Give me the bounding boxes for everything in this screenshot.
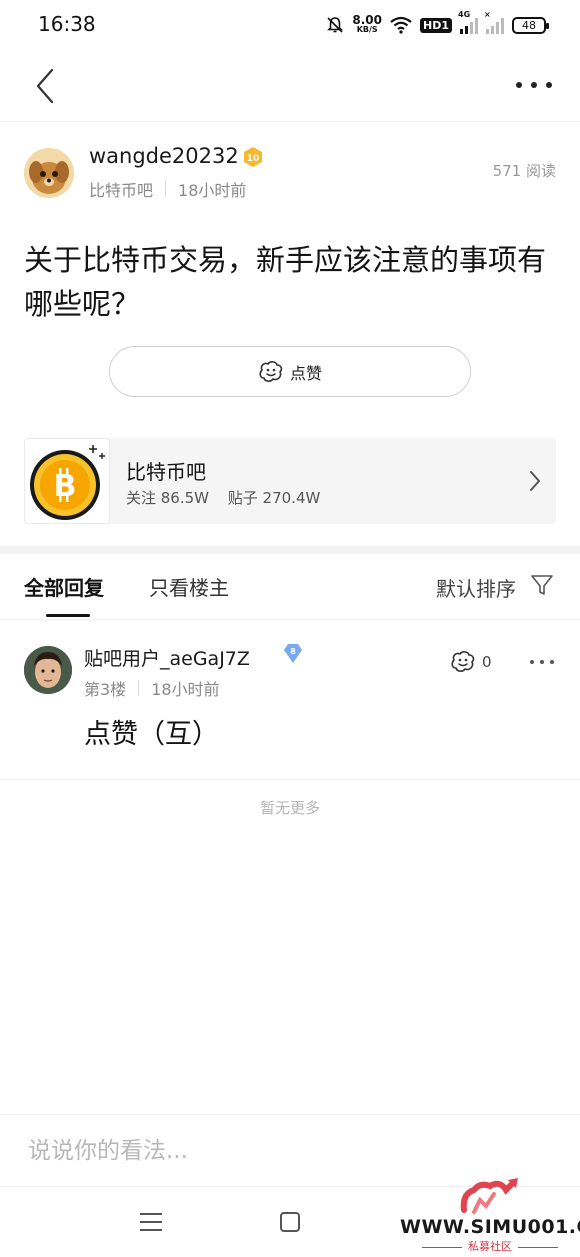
- hd-badge: HD1: [420, 17, 452, 33]
- tab-owner-only[interactable]: 只看楼主: [149, 572, 229, 601]
- dot: [530, 660, 534, 664]
- chevron-right-icon: [530, 471, 540, 491]
- home-icon[interactable]: [280, 1212, 300, 1232]
- watermark-text: WWW.SIMU001.CN: [400, 1216, 580, 1238]
- reply-floor: 第3楼: [84, 680, 127, 699]
- dot: [550, 660, 554, 664]
- like-hand-icon: [259, 360, 283, 382]
- status-bar: 16:38 8.00 KB/S HD1 4G × 48: [0, 0, 580, 50]
- like-hand-icon: [451, 651, 475, 672]
- forum-posts: 贴子 270.4W: [227, 489, 321, 507]
- net-speed: 8.00 KB/S: [352, 13, 382, 34]
- menu-icon[interactable]: [140, 1213, 162, 1231]
- watermark: WWW.SIMU001.CN 私募社区: [400, 1170, 580, 1257]
- post-time: 18小时前: [178, 181, 247, 200]
- forum-card[interactable]: B 比特币吧 关注 86.5W 贴子 270.4W: [24, 438, 556, 524]
- like-button[interactable]: 点赞: [109, 346, 471, 397]
- back-button[interactable]: [30, 66, 70, 106]
- post-title: 关于比特币交易，新手应该注意的事项有哪些呢？: [24, 243, 547, 321]
- reply-item: 贴吧用户_aeGaJ7Z 8 第3楼 18小时前 0 点赞（互）: [0, 630, 580, 780]
- meta-divider: [165, 181, 167, 197]
- like-label: 点赞: [289, 363, 322, 383]
- reply-meta: 第3楼 18小时前: [84, 676, 220, 700]
- author-name[interactable]: wangde20232: [89, 144, 239, 168]
- reply-like-button[interactable]: 0: [450, 650, 492, 674]
- section-divider: [0, 546, 580, 554]
- wifi-icon: [390, 16, 412, 34]
- forum-logo: B: [24, 438, 110, 524]
- signal-2-icon: ×: [484, 10, 504, 34]
- battery-icon: 48: [512, 16, 549, 34]
- svg-text:8: 8: [290, 647, 296, 656]
- author-avatar[interactable]: [24, 148, 74, 198]
- dot: [516, 82, 522, 88]
- meta-divider: [138, 680, 140, 696]
- more-button[interactable]: [516, 70, 552, 100]
- author-meta: 比特币吧 18小时前: [89, 177, 246, 201]
- forum-followers: 关注 86.5W: [126, 489, 209, 507]
- tab-indicator: [46, 614, 90, 617]
- chevron-left-icon: [36, 68, 54, 104]
- author-forum[interactable]: 比特币吧: [89, 177, 153, 201]
- status-icons: 8.00 KB/S HD1 4G × 48: [326, 10, 549, 40]
- dot: [540, 660, 544, 664]
- reply-time: 18小时前: [151, 680, 220, 699]
- signal-icon: 4G: [458, 10, 478, 34]
- reply-more-button[interactable]: [530, 660, 554, 664]
- forum-stats: 关注 86.5W 贴子 270.4W: [126, 487, 320, 508]
- mute-bell-icon: [327, 17, 344, 33]
- forum-name: 比特币吧: [126, 460, 206, 484]
- reply-like-count: 0: [482, 653, 492, 671]
- view-count: 571 阅读: [492, 162, 556, 180]
- status-time: 16:38: [38, 12, 96, 36]
- watermark-subtext: 私募社区: [400, 1238, 580, 1254]
- reply-username[interactable]: 贴吧用户_aeGaJ7Z: [84, 644, 250, 671]
- reply-tabs: 全部回复 只看楼主 默认排序: [0, 554, 580, 620]
- reply-content: 点赞（互）: [84, 719, 219, 750]
- level-badge-icon: 8: [284, 644, 302, 663]
- tab-all-replies[interactable]: 全部回复: [24, 572, 104, 601]
- dot: [546, 82, 552, 88]
- filter-icon[interactable]: [530, 573, 554, 597]
- person-avatar-icon: [24, 646, 72, 694]
- level-badge-icon: 10: [244, 147, 262, 167]
- svg-text:B: B: [54, 469, 77, 504]
- post-author: wangde20232 10 比特币吧 18小时前 571 阅读: [0, 142, 580, 206]
- sort-button[interactable]: 默认排序: [436, 573, 516, 602]
- dot: [531, 82, 537, 88]
- bitcoin-icon: B: [30, 445, 105, 520]
- nav-bar: [0, 50, 580, 122]
- dog-avatar-icon: [24, 148, 74, 198]
- reply-avatar[interactable]: [24, 646, 72, 694]
- no-more-text: 暂无更多: [259, 799, 320, 817]
- svg-text:10: 10: [247, 154, 260, 164]
- watermark-logo-icon: [460, 1178, 518, 1214]
